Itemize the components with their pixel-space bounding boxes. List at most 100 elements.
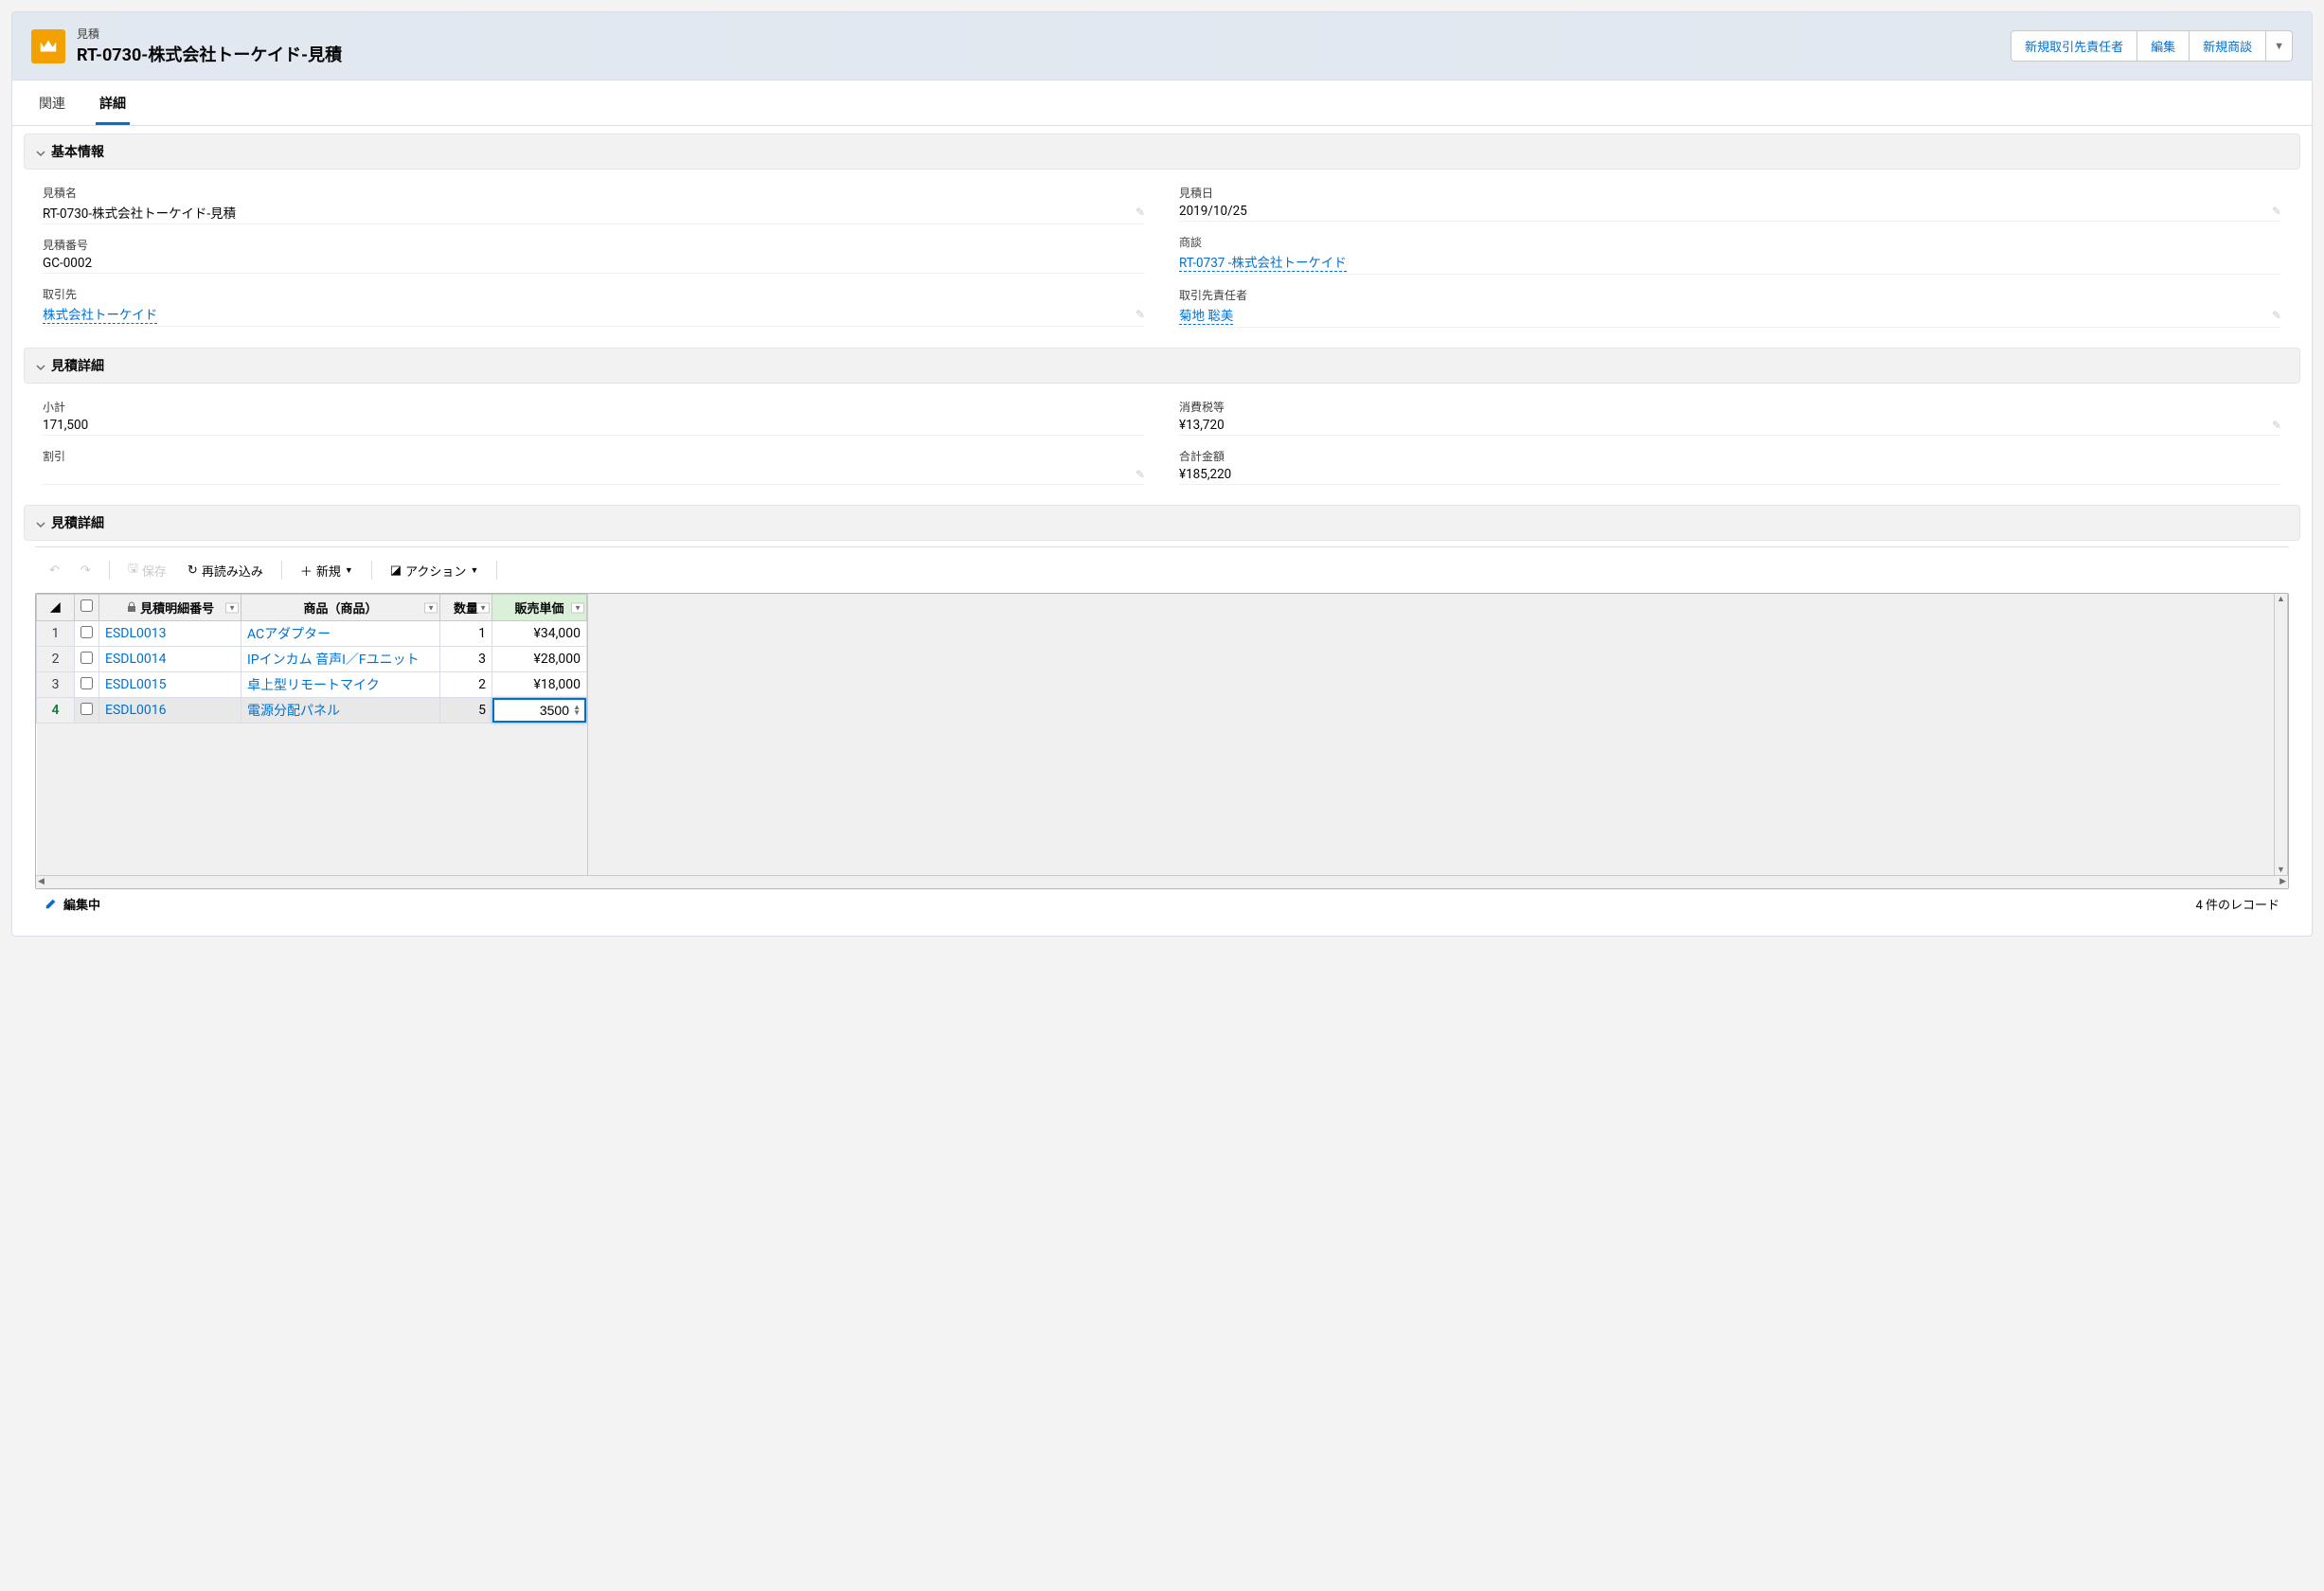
line-number-cell[interactable]: ESDL0014 — [99, 647, 241, 672]
column-menu-icon[interactable]: ▼ — [476, 602, 490, 613]
save-button[interactable]: 🖫 保存 — [119, 555, 175, 585]
redo-button[interactable]: ↷ — [72, 558, 99, 582]
record-count: 4 件のレコード — [2195, 895, 2279, 913]
scroll-up-icon[interactable]: ▲ — [2277, 594, 2285, 604]
unit-price-cell[interactable]: ¥34,000 — [492, 621, 587, 647]
contact-label: 取引先責任者 — [1179, 287, 2281, 303]
col-unit-price[interactable]: 販売単価 ▼ — [492, 595, 587, 621]
section-lines-title: 見積詳細 — [51, 513, 104, 532]
product-cell[interactable]: 電源分配パネル — [241, 698, 440, 724]
header-actions: 新規取引先責任者 編集 新規商談 ▼ — [2011, 30, 2293, 62]
table-row[interactable]: 1ESDL0013ACアダプター1¥34,000 — [37, 621, 587, 647]
product-cell[interactable]: 卓上型リモートマイク — [241, 672, 440, 698]
record-title: RT-0730-株式会社トーケイド-見積 — [77, 42, 342, 66]
reload-button[interactable]: ↻ 再読み込み — [179, 557, 272, 584]
chevron-down-icon: ▼ — [345, 565, 353, 575]
row-checkbox[interactable] — [80, 652, 93, 664]
new-opportunity-button[interactable]: 新規商談 — [2189, 30, 2266, 62]
grid-table: ◢ 見積明細番号 ▼ 商品（商品） ▼ — [36, 594, 587, 875]
unit-price-input[interactable] — [494, 700, 584, 721]
col-line-no[interactable]: 見積明細番号 ▼ — [99, 595, 241, 621]
new-contact-button[interactable]: 新規取引先責任者 — [2011, 30, 2137, 62]
tab-detail[interactable]: 詳細 — [96, 80, 130, 125]
col-product[interactable]: 商品（商品） ▼ — [241, 595, 440, 621]
edit-pencil-icon[interactable]: ✎ — [2272, 419, 2281, 432]
section-totals-header[interactable]: 見積詳細 — [24, 348, 2300, 384]
line-number-cell[interactable]: ESDL0016 — [99, 698, 241, 724]
grand-label: 合計金額 — [1179, 448, 2281, 464]
row-checkbox[interactable] — [80, 703, 93, 715]
scroll-right-icon[interactable]: ▶ — [2279, 877, 2286, 886]
section-lines-header[interactable]: 見積詳細 — [24, 505, 2300, 541]
unit-price-cell[interactable]: ¥18,000 — [492, 672, 587, 698]
scroll-left-icon[interactable]: ◀ — [38, 877, 45, 886]
edit-pencil-icon[interactable]: ✎ — [1135, 206, 1145, 219]
subtotal-label: 小計 — [43, 399, 1145, 415]
scroll-down-icon[interactable]: ▼ — [2277, 865, 2285, 875]
row-checkbox-cell[interactable] — [75, 621, 99, 647]
unit-price-cell[interactable]: ▲▼ — [492, 698, 587, 724]
column-menu-icon[interactable]: ▼ — [424, 602, 438, 613]
more-actions-dropdown[interactable]: ▼ — [2265, 30, 2293, 62]
action-button[interactable]: ◪ アクション ▼ — [382, 557, 488, 584]
tax-label: 消費税等 — [1179, 399, 2281, 415]
grid-corner[interactable]: ◢ — [37, 595, 75, 621]
name-label: 見積名 — [43, 185, 1145, 201]
col-qty[interactable]: 数量 ▼ — [440, 595, 492, 621]
object-label: 見積 — [77, 26, 342, 42]
edit-pencil-icon[interactable]: ✎ — [2272, 205, 2281, 218]
select-all-checkbox[interactable] — [80, 599, 93, 612]
tab-related[interactable]: 関連 — [35, 80, 69, 125]
table-row[interactable]: 4 ESDL0016電源分配パネル5 ▲▼ — [37, 698, 587, 724]
horizontal-scrollbar[interactable]: ◀ ▶ — [36, 875, 2288, 888]
product-cell[interactable]: IPインカム 音声I／Fユニット — [241, 647, 440, 672]
edit-pencil-icon[interactable]: ✎ — [2272, 309, 2281, 322]
undo-button[interactable]: ↶ — [41, 558, 68, 582]
chevron-down-icon: ▼ — [470, 565, 478, 575]
grand-value: ¥185,220 — [1179, 467, 1231, 482]
row-number[interactable]: 2 — [37, 647, 75, 672]
spinner-icon[interactable]: ▲▼ — [573, 705, 581, 716]
qty-cell[interactable]: 1 — [440, 621, 492, 647]
line-number-cell[interactable]: ESDL0013 — [99, 621, 241, 647]
vertical-scrollbar[interactable]: ▲ ▼ — [2274, 594, 2287, 875]
row-checkbox[interactable] — [80, 626, 93, 638]
qty-cell[interactable]: 2 — [440, 672, 492, 698]
row-checkbox[interactable] — [80, 677, 93, 689]
account-link[interactable]: 株式会社トーケイド — [43, 304, 157, 324]
row-checkbox-cell[interactable] — [75, 672, 99, 698]
new-button[interactable]: ＋ 新規 ▼ — [292, 557, 362, 584]
select-all-header[interactable] — [75, 595, 99, 621]
row-number[interactable]: 4 — [37, 698, 75, 724]
row-checkbox-cell[interactable] — [75, 647, 99, 672]
chevron-down-icon — [36, 361, 45, 370]
contact-link[interactable]: 菊地 聡美 — [1179, 305, 1233, 325]
unit-price-cell[interactable]: ¥28,000 — [492, 647, 587, 672]
column-menu-icon[interactable]: ▼ — [571, 602, 584, 613]
column-menu-icon[interactable]: ▼ — [225, 602, 239, 613]
product-cell[interactable]: ACアダプター — [241, 621, 440, 647]
table-row[interactable]: 2 ESDL0014IPインカム 音声I／Fユニット3¥28,000 — [37, 647, 587, 672]
date-label: 見積日 — [1179, 185, 2281, 201]
edit-pencil-icon[interactable]: ✎ — [1135, 308, 1145, 321]
opportunity-link[interactable]: RT-0737 -株式会社トーケイド — [1179, 252, 1347, 272]
tab-bar: 関連 詳細 — [12, 80, 2312, 126]
subtotal-value: 171,500 — [43, 418, 88, 433]
table-row[interactable]: 3 ESDL0015卓上型リモートマイク2¥18,000 — [37, 672, 587, 698]
section-basic-header[interactable]: 基本情報 — [24, 134, 2300, 170]
row-checkbox-cell[interactable] — [75, 698, 99, 724]
lock-icon — [126, 601, 137, 613]
plus-icon: ＋ — [300, 562, 313, 580]
row-number[interactable]: 3 — [37, 672, 75, 698]
name-value: RT-0730-株式会社トーケイド-見積 — [43, 203, 236, 222]
tax-value: ¥13,720 — [1179, 418, 1225, 433]
line-number-cell[interactable]: ESDL0015 — [99, 672, 241, 698]
editing-indicator: 編集中 — [45, 895, 100, 913]
edit-button[interactable]: 編集 — [2136, 30, 2190, 62]
row-number[interactable]: 1 — [37, 621, 75, 647]
save-icon: 🖫 — [128, 560, 138, 581]
qty-cell[interactable]: 3 — [440, 647, 492, 672]
edit-pencil-icon[interactable]: ✎ — [1135, 468, 1145, 481]
section-totals-title: 見積詳細 — [51, 356, 104, 375]
qty-cell[interactable]: 5 — [440, 698, 492, 724]
